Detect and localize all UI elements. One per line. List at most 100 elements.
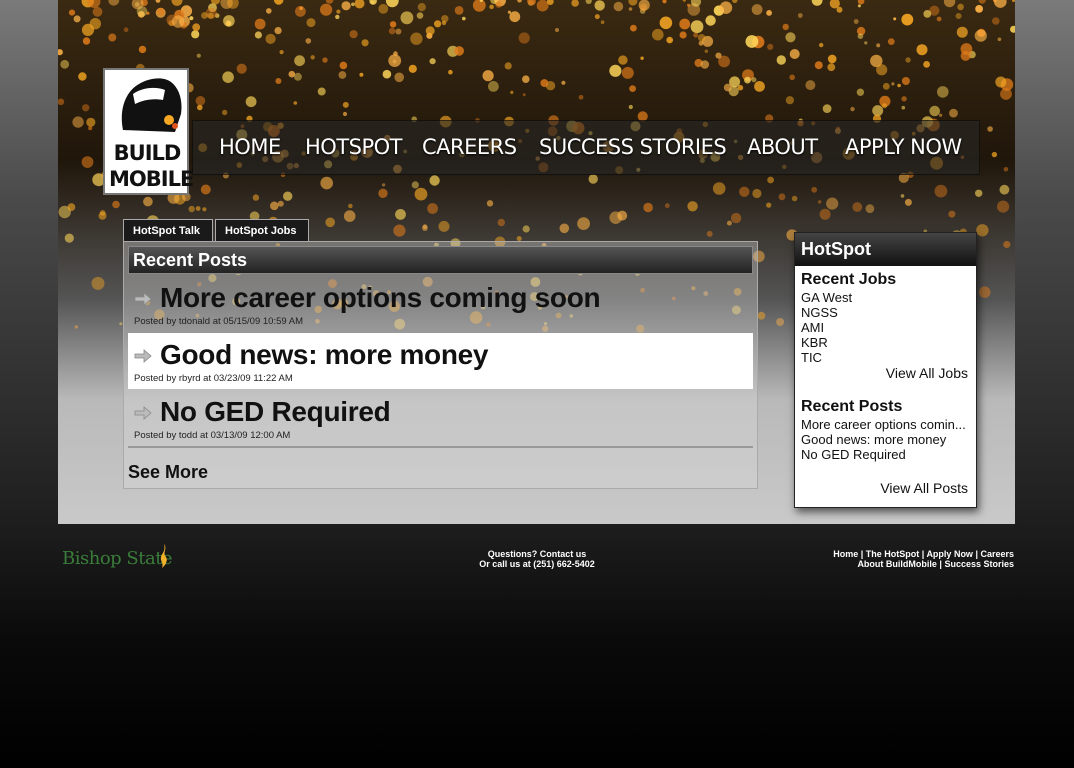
spark-dot (274, 0, 284, 5)
spark-dot (936, 16, 942, 22)
spark-dot (270, 201, 279, 211)
spark-dot (394, 72, 405, 83)
spark-dot (91, 276, 105, 290)
spark-dot (192, 23, 201, 32)
spark-dot (382, 69, 392, 79)
spark-dot (757, 311, 766, 320)
post-title[interactable]: Good news: more money (160, 339, 489, 371)
page-background: BUILD MOBILE HOME HOTSPOT CAREERS SUCCES… (0, 0, 1074, 768)
spark-dot (82, 104, 90, 112)
buildmobile-logo[interactable]: BUILD MOBILE (103, 68, 194, 195)
see-more-link[interactable]: See More (128, 462, 208, 483)
post-item[interactable]: More career options coming soon Posted b… (128, 276, 753, 332)
sidebar-post-link[interactable]: More career options comin... (801, 417, 966, 432)
spark-dot (472, 0, 486, 12)
spark-dot (876, 43, 881, 48)
spark-dot (82, 37, 91, 45)
spark-dot (751, 77, 757, 83)
spark-dot (378, 3, 389, 14)
job-link[interactable]: AMI (801, 320, 824, 335)
spark-dot (294, 55, 305, 67)
job-link[interactable]: TIC (801, 350, 822, 365)
spark-dot (897, 83, 901, 88)
view-all-jobs-link[interactable]: View All Jobs (886, 365, 968, 381)
nav-apply-now[interactable]: APPLY NOW (845, 135, 962, 159)
recent-jobs-heading: Recent Jobs (801, 271, 897, 288)
spark-dot (956, 26, 968, 38)
spark-dot (395, 28, 402, 35)
spark-dot (196, 53, 201, 58)
sidebar-post-link[interactable]: Good news: more money (801, 432, 946, 447)
spark-dot (789, 74, 795, 81)
footer-link-careers[interactable]: Careers (980, 549, 1014, 559)
spark-dot (767, 43, 774, 51)
spark-dot (975, 189, 983, 197)
footer-link-home[interactable]: Home (833, 549, 858, 559)
post-title[interactable]: More career options coming soon (160, 282, 601, 314)
nav-hotspot[interactable]: HOTSPOT (305, 135, 403, 159)
footer-link-about[interactable]: About BuildMobile (857, 559, 936, 569)
bishop-state-logo[interactable]: Bishop State (62, 548, 173, 569)
post-title[interactable]: No GED Required (160, 396, 391, 428)
spark-dot (320, 176, 334, 190)
spark-dot (628, 0, 638, 6)
spark-dot (893, 17, 897, 21)
nav-about[interactable]: ABOUT (747, 135, 818, 159)
spark-dot (706, 230, 713, 237)
spark-dot (359, 72, 364, 77)
spark-dot (666, 36, 673, 44)
spark-dot (108, 0, 120, 6)
spark-dot (628, 7, 633, 11)
spark-dot (342, 111, 348, 117)
spark-dot (997, 37, 1002, 42)
arrow-right-icon (134, 349, 152, 363)
tab-hotspot-talk[interactable]: HotSpot Talk (123, 219, 213, 241)
footer-link-success-stories[interactable]: Success Stories (944, 559, 1014, 569)
spark-dot (58, 98, 65, 106)
spark-dot (943, 0, 956, 8)
view-all-posts-link[interactable]: View All Posts (880, 480, 968, 496)
spark-dot (776, 318, 785, 326)
footer-link-apply-now[interactable]: Apply Now (926, 549, 973, 559)
spark-dot (715, 52, 722, 59)
nav-success-stories[interactable]: SUCCESS STORIES (539, 135, 727, 159)
spark-dot (690, 20, 704, 34)
spark-dot (67, 203, 76, 212)
spark-dot (191, 30, 200, 39)
spark-dot (901, 105, 906, 110)
spark-dot (68, 9, 76, 16)
post-item[interactable]: No GED Required Posted by todd at 03/13/… (128, 390, 753, 446)
spark-dot (664, 203, 670, 209)
spark-dot (992, 17, 1000, 25)
spark-dot (705, 15, 716, 26)
spark-dot (385, 0, 399, 8)
spark-dot (766, 202, 772, 208)
spark-dot (767, 176, 774, 184)
sidebar-post-link[interactable]: No GED Required (801, 447, 906, 462)
spark-dot (277, 200, 284, 207)
footer-link-hotspot[interactable]: The HotSpot (866, 549, 920, 559)
spark-dot (594, 0, 605, 11)
spark-dot (279, 50, 284, 55)
nav-home[interactable]: HOME (219, 135, 281, 159)
tab-hotspot-jobs[interactable]: HotSpot Jobs (215, 219, 309, 241)
spark-dot (995, 76, 1007, 88)
spark-dot (92, 6, 103, 17)
spark-dot (429, 58, 436, 65)
spark-dot (791, 195, 798, 202)
spark-dot (997, 200, 1010, 213)
spark-dot (939, 113, 943, 117)
spark-dot (348, 203, 353, 209)
job-link[interactable]: KBR (801, 335, 828, 350)
spark-dot (826, 197, 839, 210)
job-link[interactable]: NGSS (801, 305, 838, 320)
job-link[interactable]: GA West (801, 290, 852, 305)
nav-careers[interactable]: CAREERS (422, 135, 517, 159)
footer-contact: Questions? Contact us Or call us at (251… (437, 549, 637, 569)
spark-dot (197, 104, 203, 111)
spark-dot (522, 93, 526, 97)
spark-dot (901, 77, 910, 85)
post-item[interactable]: Good news: more money Posted by rbyrd at… (128, 333, 753, 389)
spark-dot (388, 27, 396, 35)
spark-dot (522, 75, 530, 83)
